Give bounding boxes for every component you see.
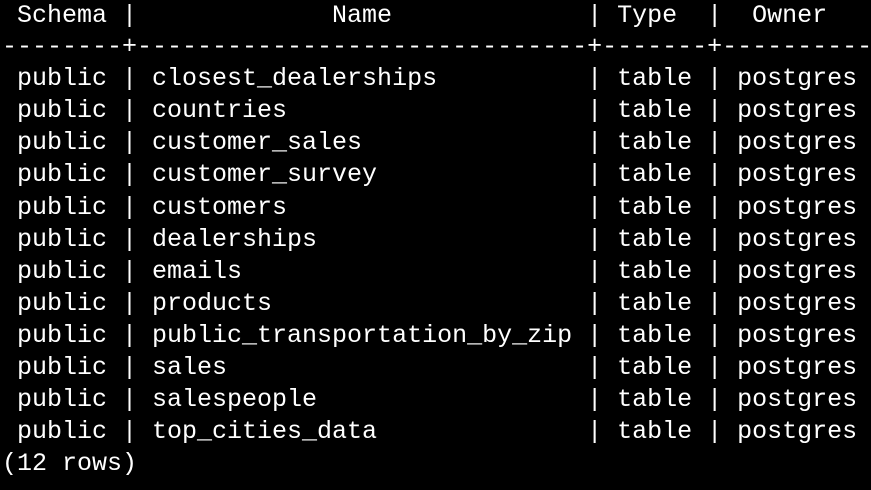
table-separator: --------+------------------------------+… xyxy=(2,32,871,62)
table-body: public | closest_dealerships | table | p… xyxy=(2,63,871,448)
table-row: public | customer_survey | table | postg… xyxy=(2,160,858,190)
row-count: (12 rows) xyxy=(2,449,138,479)
table-row: public | public_transportation_by_zip | … xyxy=(2,320,858,350)
table-row: public | customers | table | postgres xyxy=(2,192,858,222)
table-row: public | dealerships | table | postgres xyxy=(2,224,858,254)
table-row: public | top_cities_data | table | postg… xyxy=(2,417,858,447)
table-header: Schema | Name | Type | Owner xyxy=(2,1,828,30)
terminal-output: Schema | Name | Type | Owner --------+--… xyxy=(2,0,871,490)
table-row: public | closest_dealerships | table | p… xyxy=(2,64,858,94)
table-row: public | products | table | postgres xyxy=(2,288,858,318)
table-row: public | sales | table | postgres xyxy=(2,353,858,383)
table-row: public | countries | table | postgres xyxy=(2,96,858,126)
table-row: public | customer_sales | table | postgr… xyxy=(2,128,858,158)
table-row: public | emails | table | postgres xyxy=(2,256,858,286)
table-row: public | salespeople | table | postgres xyxy=(2,385,858,415)
